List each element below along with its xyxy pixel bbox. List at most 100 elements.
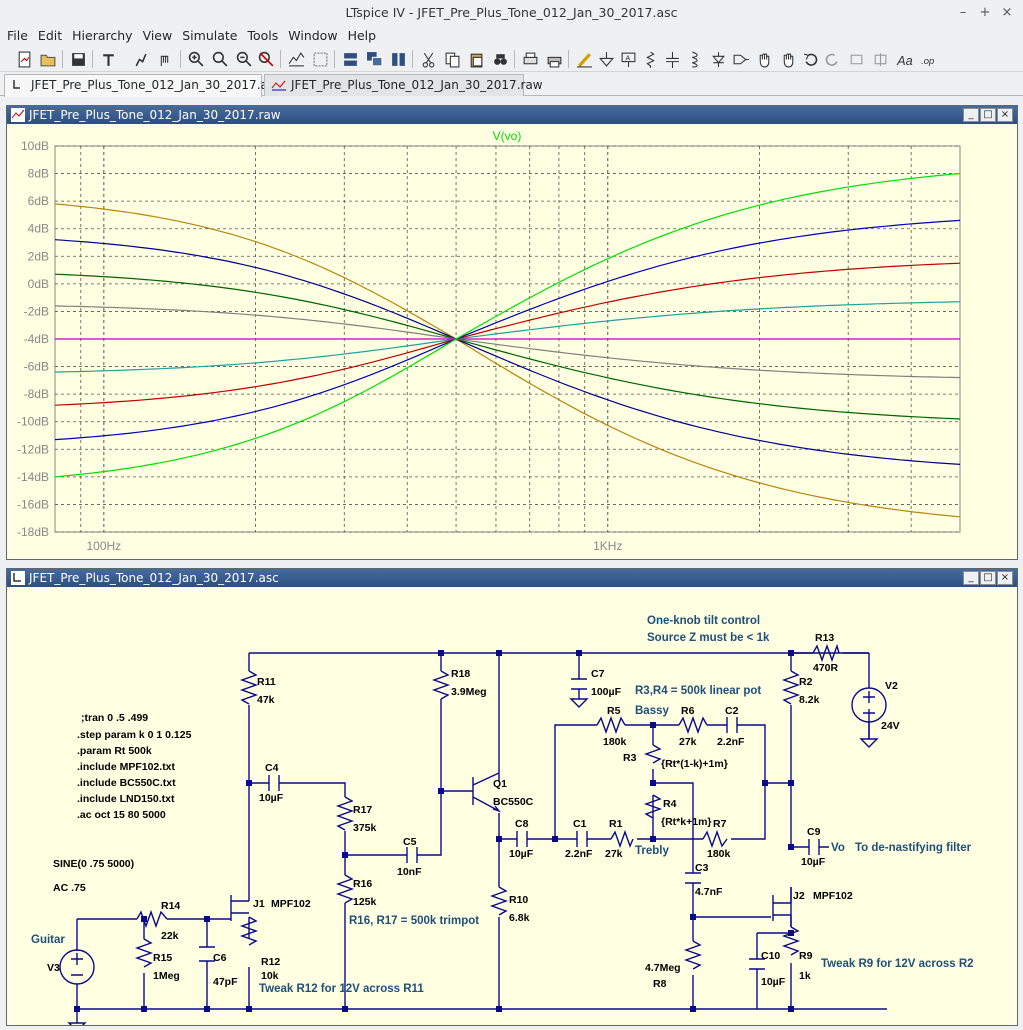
directive-6[interactable]: .ac oct 15 80 5000	[77, 809, 166, 821]
halt-icon[interactable]	[154, 49, 174, 69]
label-v2: V2	[885, 680, 898, 692]
label-c7: C7	[591, 668, 605, 680]
value-c5: 10nF	[397, 866, 422, 878]
note-tweak9[interactable]: Tweak R9 for 12V across R2	[821, 958, 974, 970]
trace-line[interactable]	[54, 262, 961, 406]
note-title2[interactable]: Source Z must be < 1k	[647, 632, 770, 644]
new-schematic-icon[interactable]	[14, 49, 34, 69]
pan-icon[interactable]	[210, 49, 230, 69]
menu-simulate[interactable]: Simulate	[177, 26, 242, 46]
text-icon[interactable]: Aa	[894, 49, 914, 69]
y-tick-label: -4dB	[24, 332, 49, 346]
label-net-icon[interactable]: A	[618, 49, 638, 69]
trace-line[interactable]	[54, 219, 961, 441]
note-bassy[interactable]: Bassy	[635, 705, 669, 717]
note-trebly[interactable]: Trebly	[635, 845, 669, 857]
menu-edit[interactable]: Edit	[33, 26, 67, 46]
print-icon[interactable]	[544, 49, 564, 69]
minimize-button[interactable]: _	[963, 108, 979, 122]
rotate-icon[interactable]	[846, 49, 866, 69]
maximize-button[interactable]: +	[974, 0, 996, 26]
drag-icon[interactable]	[778, 49, 798, 69]
ground-icon[interactable]	[596, 49, 616, 69]
save-icon[interactable]	[68, 49, 88, 69]
directive-0[interactable]: ;tran 0 .5 .499	[81, 712, 148, 724]
note-trim[interactable]: R16, R17 = 500k trimpot	[349, 915, 479, 927]
restore-button[interactable]: □	[980, 108, 996, 122]
waveform-window-header[interactable]: JFET_Pre_Plus_Tone_012_Jan_30_2017.raw _…	[7, 106, 1017, 124]
zoom-fit-icon[interactable]	[256, 49, 276, 69]
undo-icon[interactable]	[800, 49, 820, 69]
draw-wire-icon[interactable]	[574, 49, 594, 69]
menu-view[interactable]: View	[138, 26, 178, 46]
close-button[interactable]: ×	[997, 571, 1013, 585]
tile-vertical-icon[interactable]	[388, 49, 408, 69]
find-icon[interactable]	[490, 49, 510, 69]
net-label-vo[interactable]: Vo	[831, 842, 845, 854]
close-button[interactable]: ×	[996, 0, 1018, 26]
note-defilter[interactable]: To de-nastifying filter	[855, 842, 972, 854]
y-tick-label: 2dB	[28, 249, 49, 263]
waveform-plot[interactable]: 10dB 8dB 6dB 4dB 2dB 0dB -2dB -4dB -6dB -8dB -10dB…	[7, 124, 1017, 559]
component-icon[interactable]	[730, 49, 750, 69]
source-ac[interactable]: AC .75	[53, 882, 86, 894]
close-button[interactable]: ×	[997, 108, 1013, 122]
tab-waveform[interactable]: JFET_Pre_Plus_Tone_012_Jan_30_2017.raw	[264, 74, 543, 96]
y-axis-ticks: 10dB 8dB 6dB 4dB 2dB 0dB -2dB -4dB -6dB -8dB -10dB…	[17, 139, 49, 539]
open-icon[interactable]	[38, 49, 58, 69]
source-wave[interactable]: SINE(0 .75 5000)	[53, 858, 134, 870]
resistor-icon[interactable]	[640, 49, 660, 69]
copy-icon[interactable]	[442, 49, 462, 69]
value-r2: 8.2k	[799, 694, 820, 706]
autorange-icon[interactable]	[286, 49, 306, 69]
tile-horizontal-icon[interactable]	[340, 49, 360, 69]
directive-4[interactable]: .include BC550C.txt	[77, 777, 176, 789]
directive-3[interactable]: .include MPF102.txt	[77, 761, 176, 773]
value-r8: 4.7Meg	[645, 962, 681, 974]
mirror-icon[interactable]	[870, 49, 890, 69]
value-c3: 4.7nF	[695, 886, 723, 898]
tab-schematic[interactable]: JFET_Pre_Plus_Tone_012_Jan_30_2017.asc	[4, 74, 281, 97]
note-guitar[interactable]: Guitar	[31, 934, 65, 946]
paste-icon[interactable]	[466, 49, 486, 69]
value-r3: {Rt*(1-k)+1m}	[661, 758, 728, 770]
zoom-in-icon[interactable]	[186, 49, 206, 69]
spice-directive-icon[interactable]: .op	[918, 49, 938, 69]
menu-window[interactable]: Window	[283, 26, 342, 46]
move-icon[interactable]	[754, 49, 774, 69]
redo-icon[interactable]	[822, 49, 842, 69]
note-pot[interactable]: R3,R4 = 500k linear pot	[635, 685, 761, 697]
cut-icon[interactable]	[418, 49, 438, 69]
directive-2[interactable]: .param Rt 500k	[77, 745, 152, 757]
run-icon[interactable]	[130, 49, 150, 69]
capacitor-icon[interactable]	[662, 49, 682, 69]
schematic-canvas[interactable]: One-knob tilt control Source Z must be <…	[7, 587, 1017, 1025]
value-r14: 22k	[161, 930, 179, 942]
trace-line[interactable]	[54, 273, 961, 420]
resistor-r10	[489, 886, 509, 916]
title-bar: LTspice IV - JFET_Pre_Plus_Tone_012_Jan_…	[0, 0, 1023, 26]
trace-line[interactable]	[54, 239, 961, 465]
directive-5[interactable]: .include LND150.txt	[77, 793, 175, 805]
menu-tools[interactable]: Tools	[242, 26, 283, 46]
menu-hierarchy[interactable]: Hierarchy	[67, 26, 137, 46]
directive-1[interactable]: .step param k 0 1 0.125	[77, 729, 192, 741]
control-panel-icon[interactable]	[98, 49, 118, 69]
note-tweak12[interactable]: Tweak R12 for 12V across R11	[259, 983, 424, 995]
schematic-window-header[interactable]: JFET_Pre_Plus_Tone_012_Jan_30_2017.asc _…	[7, 569, 1017, 587]
cascade-icon[interactable]	[364, 49, 384, 69]
zoom-out-icon[interactable]	[234, 49, 254, 69]
label-r9: R9	[799, 950, 813, 962]
grid-icon[interactable]	[310, 49, 330, 69]
restore-button[interactable]: □	[980, 571, 996, 585]
print-preview-icon[interactable]	[520, 49, 540, 69]
menu-help[interactable]: Help	[343, 26, 382, 46]
note-title1[interactable]: One-knob tilt control	[647, 615, 760, 627]
resistor-r16	[335, 874, 355, 904]
trace-label[interactable]: V(vo)	[493, 129, 522, 143]
minimize-button[interactable]: –	[952, 0, 974, 26]
menu-file[interactable]: File	[2, 26, 33, 46]
minimize-button[interactable]: _	[963, 571, 979, 585]
inductor-icon[interactable]	[684, 49, 704, 69]
diode-icon[interactable]	[708, 49, 728, 69]
